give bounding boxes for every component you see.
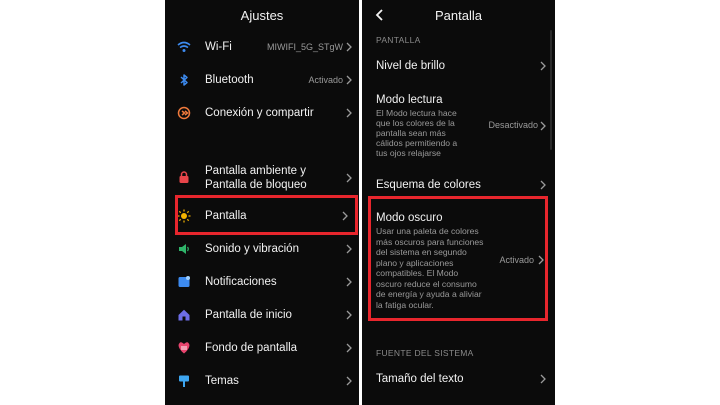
chevron-right-icon — [342, 211, 348, 221]
chevron-right-icon — [346, 244, 352, 254]
settings-screen: Ajustes Wi-Fi MIWIFI_5G_STgW Bluetooth A… — [165, 0, 359, 405]
chevron-right-icon — [346, 277, 352, 287]
dark-mode-desc-line4: plano y aplicaciones — [376, 257, 454, 268]
connection-share-icon — [177, 106, 191, 120]
chevron-right-icon — [346, 75, 352, 85]
display-screen: Pantalla PANTALLA Nivel de brillo Modo l… — [362, 0, 555, 405]
display-title-bar: Pantalla — [362, 0, 555, 30]
chevron-right-icon — [540, 180, 546, 190]
settings-item-label-line1: Pantalla ambiente y — [205, 165, 307, 177]
dark-mode-status: Activado — [499, 255, 534, 265]
reading-mode-desc-line3: pantalla sean más — [376, 128, 446, 138]
settings-item-label: Conexión y compartir — [205, 107, 314, 119]
settings-title-bar: Ajustes — [165, 0, 359, 30]
wifi-icon — [177, 41, 191, 52]
bluetooth-icon — [180, 74, 188, 86]
chevron-right-icon — [346, 343, 352, 353]
brush-icon — [179, 375, 189, 387]
settings-item-label-line2: Pantalla de bloqueo — [205, 179, 307, 191]
settings-item-label: Notificaciones — [205, 276, 277, 288]
bluetooth-status-value: Activado — [308, 75, 343, 85]
dark-mode-desc-line1: Usar una paleta de colores — [376, 226, 479, 236]
dark-mode-desc-line5: compatibles. El Modo — [376, 268, 459, 278]
dark-mode-desc-line3: del sistema en segundo — [376, 247, 467, 257]
settings-item-label: Pantalla de inicio — [205, 309, 292, 321]
settings-item-home-screen[interactable]: Pantalla de inicio — [165, 304, 359, 326]
color-scheme-label: Esquema de colores — [376, 179, 481, 191]
settings-item-themes[interactable]: Temas — [165, 370, 359, 392]
chevron-right-icon — [540, 374, 546, 384]
dark-mode-item[interactable]: Modo oscuro Usar una paleta de colores m… — [362, 206, 555, 322]
brightness-icon — [177, 209, 191, 223]
settings-item-label: Bluetooth — [205, 74, 254, 86]
chevron-right-icon — [346, 42, 352, 52]
settings-item-bluetooth[interactable]: Bluetooth Activado — [165, 69, 359, 91]
reading-mode-desc-line5: tus ojos relajarse — [376, 148, 441, 158]
settings-item-label: Pantalla — [205, 210, 247, 222]
text-size-label: Tamaño del texto — [376, 373, 464, 385]
settings-item-display[interactable]: Pantalla — [165, 205, 359, 227]
settings-item-label: Sonido y vibración — [205, 243, 299, 255]
settings-item-wallpaper[interactable]: Fondo de pantalla — [165, 337, 359, 359]
lock-icon — [179, 171, 189, 183]
brightness-level-item[interactable]: Nivel de brillo — [362, 54, 555, 76]
chevron-right-icon — [346, 310, 352, 320]
reading-mode-desc-line4: cálidos permitiendo a — [376, 138, 458, 148]
settings-item-sound-vibration[interactable]: Sonido y vibración — [165, 238, 359, 260]
section-header-system-font: FUENTE DEL SISTEMA — [376, 348, 474, 358]
settings-item-notifications[interactable]: Notificaciones — [165, 271, 359, 293]
page-title: Pantalla — [435, 8, 482, 23]
chevron-right-icon — [346, 173, 352, 183]
dark-mode-desc-line7: de energía y ayuda a aliviar — [376, 289, 482, 299]
chevron-right-icon — [540, 61, 546, 71]
dark-mode-desc-line6: oscuro reduce el consumo — [376, 278, 477, 289]
home-icon — [178, 309, 190, 321]
settings-item-connection-share[interactable]: Conexión y compartir — [165, 102, 359, 124]
chevron-right-icon — [346, 108, 352, 118]
settings-item-wifi[interactable]: Wi-Fi MIWIFI_5G_STgW — [165, 36, 359, 58]
reading-mode-desc-line1: El Modo lectura hace — [376, 108, 457, 118]
reading-mode-item[interactable]: Modo lectura El Modo lectura hace que lo… — [362, 88, 555, 160]
stage: Ajustes Wi-Fi MIWIFI_5G_STgW Bluetooth A… — [0, 0, 720, 405]
speaker-icon — [179, 244, 189, 254]
page-title: Ajustes — [240, 8, 284, 23]
wifi-network-value: MIWIFI_5G_STgW — [266, 42, 343, 52]
section-header-display: PANTALLA — [376, 35, 421, 45]
settings-item-label: Fondo de pantalla — [205, 342, 298, 354]
reading-mode-status: Desactivado — [488, 120, 538, 130]
settings-item-label: Temas — [205, 375, 239, 387]
reading-mode-desc-line2: que los colores de la — [376, 118, 455, 128]
notification-icon — [178, 276, 190, 287]
chevron-right-icon — [538, 255, 544, 265]
dark-mode-desc-line8: la fatiga ocular. — [376, 299, 434, 310]
color-scheme-item[interactable]: Esquema de colores — [362, 173, 555, 195]
chevron-right-icon — [540, 121, 546, 131]
settings-item-label: Wi-Fi — [205, 41, 232, 53]
text-size-item[interactable]: Tamaño del texto — [362, 367, 555, 389]
dark-mode-desc-line2: más oscuros para funciones — [376, 236, 484, 247]
wallpaper-icon — [178, 342, 190, 354]
chevron-right-icon — [346, 376, 352, 386]
settings-item-ambient-lock-screen[interactable]: Pantalla ambiente y Pantalla de bloqueo — [165, 162, 359, 194]
dark-mode-label: Modo oscuro — [376, 212, 443, 224]
reading-mode-label: Modo lectura — [376, 94, 443, 106]
brightness-label: Nivel de brillo — [376, 60, 446, 72]
